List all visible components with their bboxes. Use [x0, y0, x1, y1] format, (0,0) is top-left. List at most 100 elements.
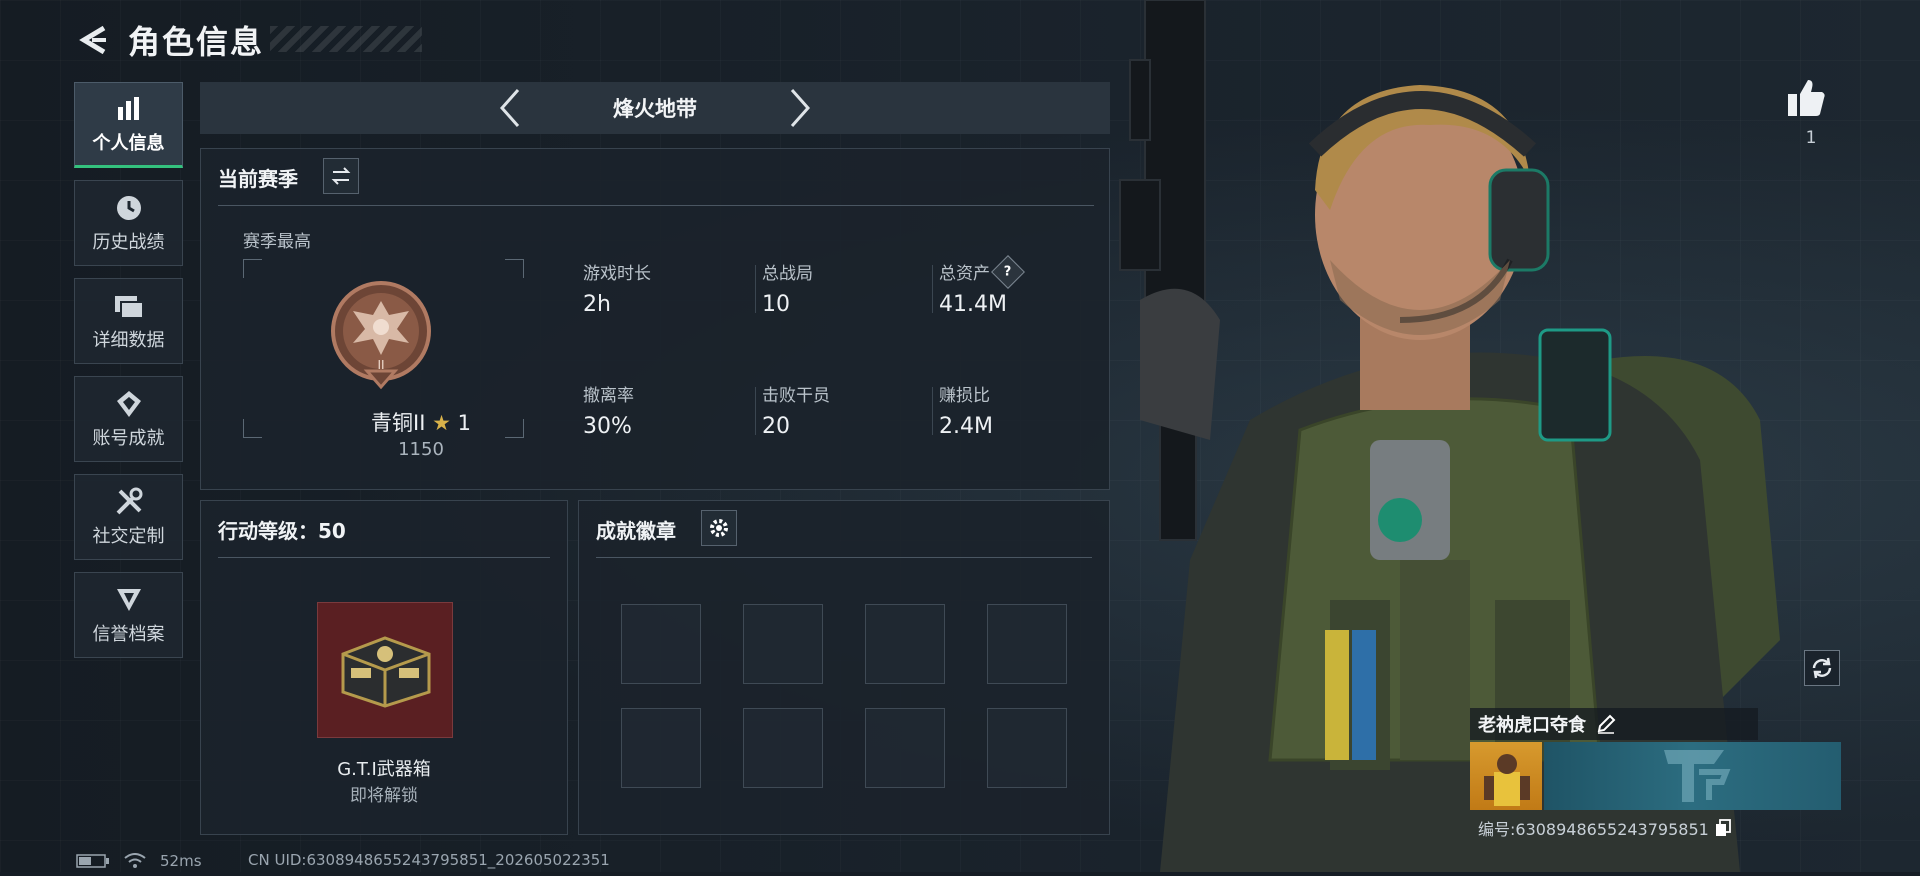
- sidebar-item-label: 账号成就: [92, 428, 165, 449]
- rotate-model-button[interactable]: [1804, 650, 1840, 686]
- badges-settings-button[interactable]: [701, 510, 737, 546]
- sidebar-item-label: 详细数据: [92, 330, 165, 351]
- divider: [218, 557, 550, 558]
- mode-next-button[interactable]: [780, 88, 820, 128]
- badge-slot[interactable]: [621, 604, 701, 684]
- stat-label: 赚损比: [939, 386, 990, 406]
- badge-slot[interactable]: [621, 708, 701, 788]
- player-id-text: 编号:6308948655243795851: [1478, 820, 1709, 839]
- divider: [596, 557, 1092, 558]
- sidebar-item-label: 个人信息: [92, 133, 165, 154]
- badges-title: 成就徽章: [596, 519, 676, 543]
- sidebar-item-social[interactable]: 社交定制: [74, 474, 183, 560]
- badge-slot[interactable]: [865, 708, 945, 788]
- swap-icon: [330, 166, 352, 186]
- frame-corner: [243, 259, 262, 278]
- stat-total-matches: 总战局 10: [762, 259, 922, 317]
- uid-text: CN UID:6308948655243795851_202605022351: [248, 851, 610, 869]
- stat-label: 撤离率: [583, 386, 634, 406]
- divider: [932, 387, 933, 435]
- bar-chart-icon: [115, 93, 143, 125]
- badge-slot[interactable]: [987, 708, 1067, 788]
- reward-status: 即将解锁: [350, 786, 418, 806]
- action-level-title: 行动等级：50: [218, 519, 346, 543]
- reward-name: G.T.I武器箱: [337, 759, 431, 780]
- copy-icon[interactable]: [1715, 819, 1731, 837]
- stat-label: 总资产 ?: [939, 254, 1099, 289]
- badge-slot[interactable]: [743, 708, 823, 788]
- season-best-label: 赛季最高: [243, 232, 311, 252]
- stat-play-time: 游戏时长 2h: [583, 259, 743, 317]
- player-name: 老衲虎口夺食: [1478, 715, 1586, 736]
- status-bar: 52ms: [76, 851, 216, 871]
- sidebar-item-history[interactable]: 历史战绩: [74, 180, 183, 266]
- stat-label-text: 总资产: [939, 264, 990, 284]
- achievement-icon: [114, 388, 144, 420]
- player-banner: [1544, 742, 1841, 810]
- sidebar-item-reputation[interactable]: 信誉档案: [74, 572, 183, 658]
- sidebar: 个人信息 历史战绩 详细数据 账号成就 社交定制 信誉档案: [74, 82, 185, 670]
- tools-icon: [114, 486, 144, 518]
- stat-total-assets: 总资产 ? 41.4M: [939, 254, 1099, 317]
- mode-prev-button[interactable]: [490, 88, 530, 128]
- frame-corner: [505, 259, 524, 278]
- stat-extraction-rate: 撤离率 30%: [583, 381, 743, 439]
- reward-crate[interactable]: [317, 602, 453, 738]
- season-panel: 当前赛季 赛季最高 II 青铜II ★ 1 1150 游戏时长 2h 总战局 1…: [200, 148, 1110, 490]
- frame-corner: [243, 419, 262, 438]
- season-title: 当前赛季: [218, 167, 298, 191]
- sidebar-item-achievements[interactable]: 账号成就: [74, 376, 183, 462]
- ping-value: 52ms: [160, 852, 202, 870]
- action-level-panel: 行动等级：50 G.T.I武器箱 即将解锁: [200, 500, 568, 835]
- season-switch-button[interactable]: [323, 158, 359, 194]
- rank-name: 青铜II ★ 1: [301, 407, 541, 437]
- sidebar-item-personal-info[interactable]: 个人信息: [74, 82, 183, 168]
- rank-tier: 青铜II: [371, 411, 426, 435]
- gear-icon: [708, 517, 730, 539]
- refresh-icon: [1810, 656, 1834, 680]
- rank-stars: 1: [457, 411, 471, 435]
- svg-text:II: II: [377, 358, 384, 372]
- stat-value: 20: [762, 414, 790, 439]
- stat-value: 2h: [583, 292, 611, 317]
- rank-score: 1150: [398, 439, 444, 460]
- divider: [755, 265, 756, 313]
- stat-operators-defeated: 击败干员 20: [762, 381, 922, 439]
- divider: [218, 205, 1094, 206]
- sidebar-item-label: 信誉档案: [92, 624, 165, 645]
- stat-label: 游戏时长: [583, 264, 651, 284]
- rank-emblem-icon: II: [329, 279, 433, 395]
- stat-profit-ratio: 赚损比 2.4M: [939, 381, 1099, 439]
- page-title: 角色信息: [128, 23, 265, 61]
- history-icon: [114, 192, 144, 224]
- badges-panel: 成就徽章: [578, 500, 1110, 835]
- sidebar-item-label: 社交定制: [92, 526, 165, 547]
- back-arrow-icon[interactable]: [74, 20, 114, 60]
- thumbs-up-icon[interactable]: [1786, 78, 1826, 122]
- mode-switcher: 烽火地带: [200, 82, 1110, 134]
- mode-label: 烽火地带: [613, 97, 697, 121]
- battery-icon: [76, 853, 110, 869]
- stat-label: 击败干员: [762, 386, 830, 406]
- avatar[interactable]: [1470, 742, 1542, 810]
- star-icon: ★: [432, 411, 451, 435]
- sidebar-item-label: 历史战绩: [92, 232, 165, 253]
- wifi-icon: [124, 853, 146, 869]
- stat-value: 2.4M: [939, 414, 993, 439]
- stat-value: 10: [762, 292, 790, 317]
- badge-slot[interactable]: [743, 604, 823, 684]
- stat-value: 30%: [583, 414, 632, 439]
- stat-value: 41.4M: [939, 292, 1007, 317]
- help-icon[interactable]: ?: [991, 254, 1025, 289]
- edit-icon[interactable]: [1596, 714, 1616, 734]
- like-count: 1: [1805, 128, 1817, 148]
- stat-label: 总战局: [762, 264, 813, 284]
- player-name-row: 老衲虎口夺食: [1470, 708, 1758, 740]
- badge-slot[interactable]: [865, 604, 945, 684]
- header: 角色信息: [74, 18, 264, 62]
- badge-slot[interactable]: [987, 604, 1067, 684]
- divider: [932, 265, 933, 313]
- divider: [755, 387, 756, 435]
- reputation-icon: [114, 584, 144, 616]
- sidebar-item-details[interactable]: 详细数据: [74, 278, 183, 364]
